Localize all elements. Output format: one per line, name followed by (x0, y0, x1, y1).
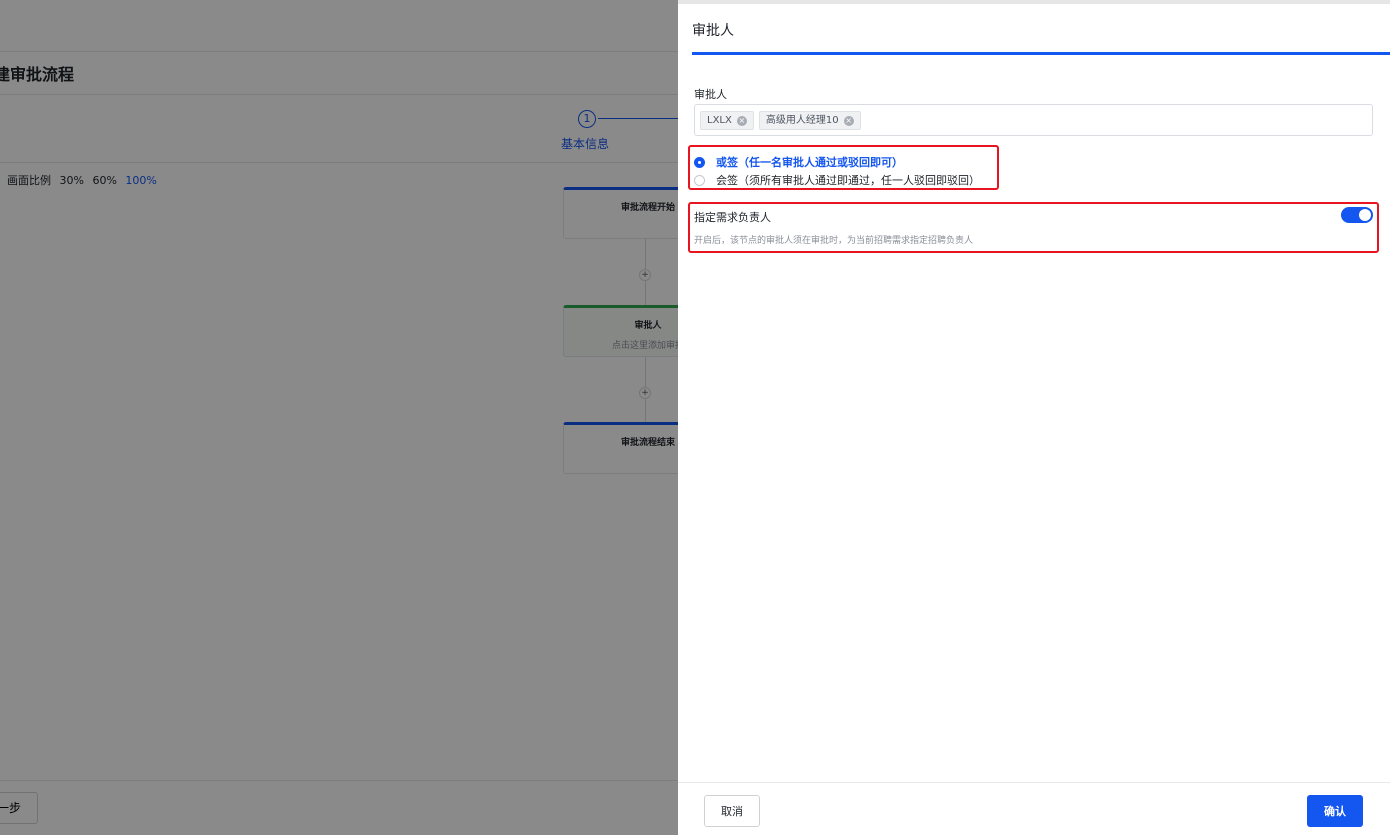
approver-select[interactable]: LXLX × 高级用人经理10 × (694, 104, 1373, 136)
close-icon[interactable]: × (843, 115, 854, 126)
approver-drawer: 审批人 审批人 LXLX × 高级用人经理10 × 或签（任一名审批人通过或驳回… (678, 0, 1390, 835)
approver-field-label: 审批人 (694, 88, 727, 101)
close-icon[interactable]: × (736, 115, 747, 126)
drawer-title-underline (692, 52, 1390, 55)
approver-tag-label: LXLX (707, 115, 732, 126)
sign-mode-and[interactable]: 会签（须所有审批人通过即通过，任一人驳回即驳回） (694, 172, 980, 188)
radio-unchecked-icon[interactable] (694, 174, 705, 186)
drawer-title: 审批人 (692, 23, 734, 39)
sign-mode-and-label: 会签（须所有审批人通过即通过，任一人驳回即驳回） (716, 174, 980, 187)
modal-mask[interactable] (0, 0, 678, 835)
assign-owner-description: 开启后，该节点的审批人须在审批时，为当前招聘需求指定招聘负责人 (694, 236, 974, 246)
approver-tag-label: 高级用人经理10 (765, 115, 839, 126)
sign-mode-or[interactable]: 或签（任一名审批人通过或驳回即可） (694, 154, 903, 170)
assign-owner-title: 指定需求负责人 (694, 211, 771, 224)
cancel-button[interactable]: 取消 (704, 795, 760, 827)
sign-mode-or-label: 或签（任一名审批人通过或驳回即可） (716, 156, 903, 169)
radio-checked-icon[interactable] (694, 156, 705, 168)
confirm-button[interactable]: 确认 (1307, 795, 1363, 827)
toggle-knob (1359, 209, 1371, 221)
assign-owner-toggle[interactable] (1341, 207, 1373, 223)
drawer-footer: 取消 确认 (678, 782, 1390, 835)
approver-tag: LXLX × (700, 111, 754, 130)
approver-tag: 高级用人经理10 × (758, 111, 861, 130)
